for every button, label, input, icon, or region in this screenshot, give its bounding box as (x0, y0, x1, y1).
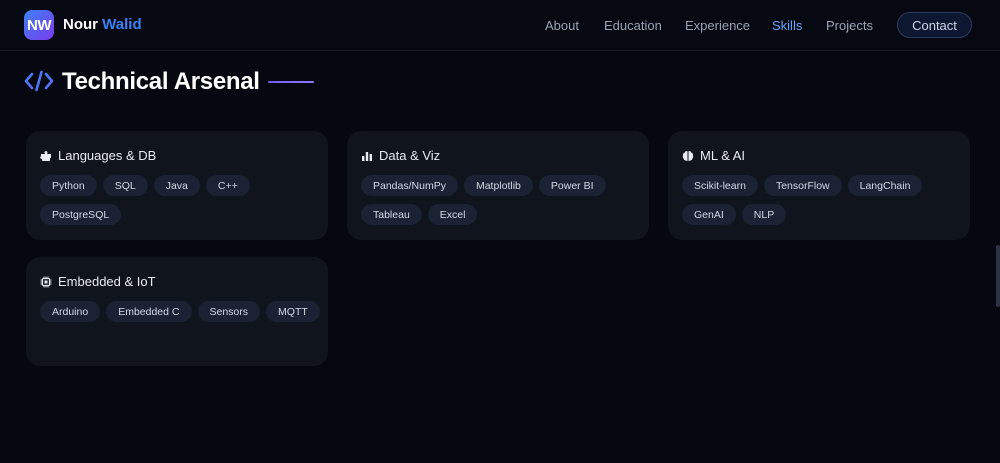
skill-tag: Python (40, 175, 97, 196)
contact-button[interactable]: Contact (897, 12, 972, 38)
card-title: ML & AI (700, 148, 746, 163)
card-title: Languages & DB (58, 148, 157, 163)
puzzle-icon (40, 150, 51, 161)
skill-tag: NLP (741, 204, 787, 225)
card-title: Data & Viz (379, 148, 441, 163)
skill-card-languages: Languages & DB Python SQL Java C++ Postg… (26, 131, 328, 240)
skill-tag: Power BI (538, 175, 606, 196)
nav-link-skills[interactable]: Skills (772, 18, 802, 33)
card-title: Embedded & IoT (58, 274, 156, 289)
skill-tag: Tableau (361, 204, 422, 225)
top-navbar: NW Nour Walid About Education Experience… (0, 0, 1000, 51)
bar-chart-icon (362, 151, 372, 161)
skill-card-embedded-iot: Embedded & IoT Arduino Embedded C Sensor… (26, 257, 328, 366)
nav-link-education[interactable]: Education (604, 18, 662, 33)
brain-icon (682, 150, 694, 161)
code-icon (24, 70, 54, 92)
card-heading: Embedded & IoT (40, 274, 156, 289)
skill-tag: TensorFlow (763, 175, 842, 196)
brand-last-name: Walid (102, 16, 142, 33)
skill-tag: C++ (205, 175, 250, 196)
page-scrollbar[interactable] (996, 245, 1000, 307)
tag-list: Arduino Embedded C Sensors MQTT (40, 301, 320, 322)
nav-link-about[interactable]: About (545, 18, 579, 33)
brand-name[interactable]: Nour Walid (63, 16, 142, 33)
tag-list: Scikit-learn TensorFlow LangChain GenAI … (682, 175, 962, 225)
skill-tag: Arduino (40, 301, 101, 322)
skill-tag: LangChain (847, 175, 923, 196)
skill-tag: Sensors (197, 301, 261, 322)
skill-tag: Pandas/NumPy (361, 175, 458, 196)
skill-tag: Matplotlib (463, 175, 533, 196)
skill-tag: Scikit-learn (682, 175, 758, 196)
skill-tag: Embedded C (106, 301, 192, 322)
card-heading: Languages & DB (40, 148, 156, 163)
logo-badge[interactable]: NW (24, 10, 54, 40)
title-underline (268, 81, 314, 83)
card-heading: Data & Viz (361, 148, 440, 163)
skill-tag: GenAI (682, 204, 736, 225)
skill-tag: SQL (102, 175, 148, 196)
tag-list: Python SQL Java C++ PostgreSQL (40, 175, 320, 225)
brand-first-name: Nour (63, 16, 98, 33)
skill-card-ml-ai: ML & AI Scikit-learn TensorFlow LangChai… (668, 131, 970, 240)
card-heading: ML & AI (682, 148, 745, 163)
skill-tag: PostgreSQL (40, 204, 122, 225)
skill-tag: Java (153, 175, 200, 196)
tag-list: Pandas/NumPy Matplotlib Power BI Tableau… (361, 175, 641, 225)
nav-link-projects[interactable]: Projects (826, 18, 873, 33)
nav-link-experience[interactable]: Experience (685, 18, 750, 33)
skill-card-data-viz: Data & Viz Pandas/NumPy Matplotlib Power… (347, 131, 649, 240)
chip-icon (40, 276, 52, 287)
skill-tag: MQTT (266, 301, 320, 322)
section-title: Technical Arsenal (62, 68, 260, 95)
skill-tag: Excel (427, 204, 478, 225)
